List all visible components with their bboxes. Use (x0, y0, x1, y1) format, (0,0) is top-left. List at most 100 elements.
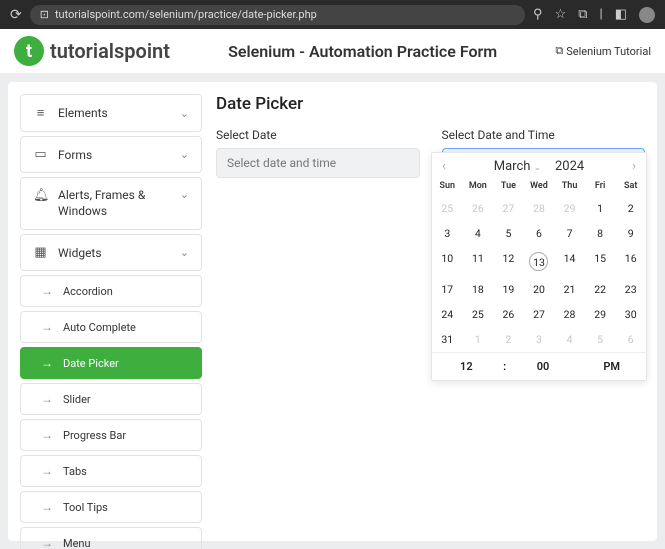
time-colon: : (501, 360, 509, 373)
tutorial-link[interactable]: ⧉ Selenium Tutorial (555, 44, 651, 58)
arrow-right-icon: → (41, 500, 53, 514)
sidebar-sub-autocomplete[interactable]: → Auto Complete (20, 311, 202, 343)
day-cell[interactable]: 6 (524, 221, 555, 246)
day-cell[interactable]: 19 (493, 277, 524, 302)
day-cell[interactable]: 1 (585, 196, 616, 221)
sidebar-sub-tabs[interactable]: →Tabs (20, 455, 202, 487)
day-cell[interactable]: 23 (615, 277, 646, 302)
dow-label: Thu (554, 178, 585, 196)
sidebar-sub-datepicker[interactable]: →Date Picker (20, 347, 202, 379)
sidebar-sub-progressbar[interactable]: →Progress Bar (20, 419, 202, 451)
day-cell[interactable]: 2 (493, 327, 524, 352)
day-cell[interactable]: 5 (585, 327, 616, 352)
sub-label: Accordion (63, 285, 113, 298)
chevron-down-icon: ⌄ (180, 107, 189, 120)
panel-icon[interactable]: ◧ (615, 7, 627, 22)
day-cell[interactable]: 22 (585, 277, 616, 302)
search-icon[interactable]: ⚲ (533, 7, 543, 22)
dow-label: Wed (524, 178, 555, 196)
content-wrap: ≡ Elements ⌄ ▭ Forms ⌄ 🔔︎ Alerts, Frames… (0, 74, 665, 549)
day-cell[interactable]: 26 (493, 302, 524, 327)
datepicker-popup: ‹ March⌄ 2024 › SunMonTueWedThuFriSat252… (431, 152, 647, 381)
day-cell[interactable]: 20 (524, 277, 555, 302)
day-cell[interactable]: 28 (554, 302, 585, 327)
day-cell[interactable]: 13 (524, 246, 555, 277)
datepicker-header: ‹ March⌄ 2024 › (432, 153, 646, 178)
day-cell[interactable]: 2 (615, 196, 646, 221)
url-bar[interactable]: ⊡ tutorialspoint.com/selenium/practice/d… (30, 5, 525, 25)
extensions-icon[interactable]: ⧉ (578, 7, 587, 22)
reload-icon[interactable]: ⟳ (10, 7, 22, 23)
day-cell[interactable]: 31 (432, 327, 463, 352)
day-cell[interactable]: 25 (432, 196, 463, 221)
external-link-icon: ⧉ (555, 44, 563, 58)
form-icon: ▭ (33, 147, 48, 162)
main-panel: Date Picker Select Date Select date and … (216, 94, 645, 529)
month-year-select[interactable]: March⌄ 2024 (494, 159, 584, 174)
dow-label: Mon (463, 178, 494, 196)
minute-select[interactable]: 00 (509, 360, 578, 373)
month-label: March (494, 159, 531, 174)
select-date-input[interactable]: Select date and time (216, 148, 420, 178)
day-cell[interactable]: 1 (463, 327, 494, 352)
day-cell[interactable]: 24 (432, 302, 463, 327)
sidebar-sub-slider[interactable]: →Slider (20, 383, 202, 415)
day-cell[interactable]: 7 (554, 221, 585, 246)
dow-label: Sat (615, 178, 646, 196)
arrow-right-icon: → (41, 464, 53, 478)
day-cell[interactable]: 30 (615, 302, 646, 327)
day-cell[interactable]: 16 (615, 246, 646, 277)
day-cell[interactable]: 29 (554, 196, 585, 221)
sidebar-sub-accordion[interactable]: → Accordion (20, 275, 202, 307)
field-label: Select Date (216, 128, 420, 142)
day-cell[interactable]: 29 (585, 302, 616, 327)
ampm-select[interactable]: PM (577, 360, 646, 373)
field-select-date: Select Date Select date and time (216, 128, 420, 178)
sidebar-item-elements[interactable]: ≡ Elements ⌄ (20, 94, 202, 132)
sidebar-item-widgets[interactable]: ▦ Widgets ⌄ (20, 234, 202, 271)
day-cell[interactable]: 3 (524, 327, 555, 352)
day-cell[interactable]: 26 (463, 196, 494, 221)
day-cell[interactable]: 11 (463, 246, 494, 277)
hour-select[interactable]: 12 (432, 360, 501, 373)
sub-label: Auto Complete (63, 321, 136, 334)
logo[interactable]: t tutorialspoint (14, 36, 170, 66)
day-cell[interactable]: 14 (554, 246, 585, 277)
sidebar-sub-tooltips[interactable]: →Tool Tips (20, 491, 202, 523)
sidebar-item-label: Alerts, Frames & Windows (58, 188, 170, 219)
day-cell[interactable]: 28 (524, 196, 555, 221)
day-cell[interactable]: 6 (615, 327, 646, 352)
day-cell[interactable]: 10 (432, 246, 463, 277)
day-cell[interactable]: 17 (432, 277, 463, 302)
chevron-down-icon: ⌄ (533, 163, 541, 173)
arrow-right-icon: → (41, 320, 53, 334)
prev-month-button[interactable]: ‹ (438, 155, 450, 178)
day-cell[interactable]: 9 (615, 221, 646, 246)
day-cell[interactable]: 4 (463, 221, 494, 246)
datepicker-time: 12 : 00 PM (432, 352, 646, 380)
day-cell[interactable]: 21 (554, 277, 585, 302)
day-cell[interactable]: 3 (432, 221, 463, 246)
day-cell[interactable]: 25 (463, 302, 494, 327)
arrow-right-icon: → (41, 428, 53, 442)
next-month-button[interactable]: › (628, 155, 640, 178)
day-cell[interactable]: 12 (493, 246, 524, 277)
sidebar-item-forms[interactable]: ▭ Forms ⌄ (20, 136, 202, 173)
sidebar-sub-menu[interactable]: →Menu (20, 527, 202, 549)
url-text: tutorialspoint.com/selenium/practice/dat… (55, 8, 317, 21)
day-cell[interactable]: 8 (585, 221, 616, 246)
sidebar-item-label: Elements (58, 106, 108, 120)
day-cell[interactable]: 27 (493, 196, 524, 221)
day-cell[interactable]: 15 (585, 246, 616, 277)
sidebar-item-alerts[interactable]: 🔔︎ Alerts, Frames & Windows ⌄ (20, 177, 202, 230)
menu-icon: ≡ (33, 105, 48, 121)
star-icon[interactable]: ☆ (555, 7, 567, 22)
day-cell[interactable]: 4 (554, 327, 585, 352)
day-cell[interactable]: 27 (524, 302, 555, 327)
day-cell[interactable]: 18 (463, 277, 494, 302)
arrow-right-icon: → (41, 284, 53, 298)
main-heading: Date Picker (216, 94, 645, 114)
avatar[interactable] (639, 7, 655, 23)
arrow-right-icon: → (41, 536, 53, 549)
day-cell[interactable]: 5 (493, 221, 524, 246)
